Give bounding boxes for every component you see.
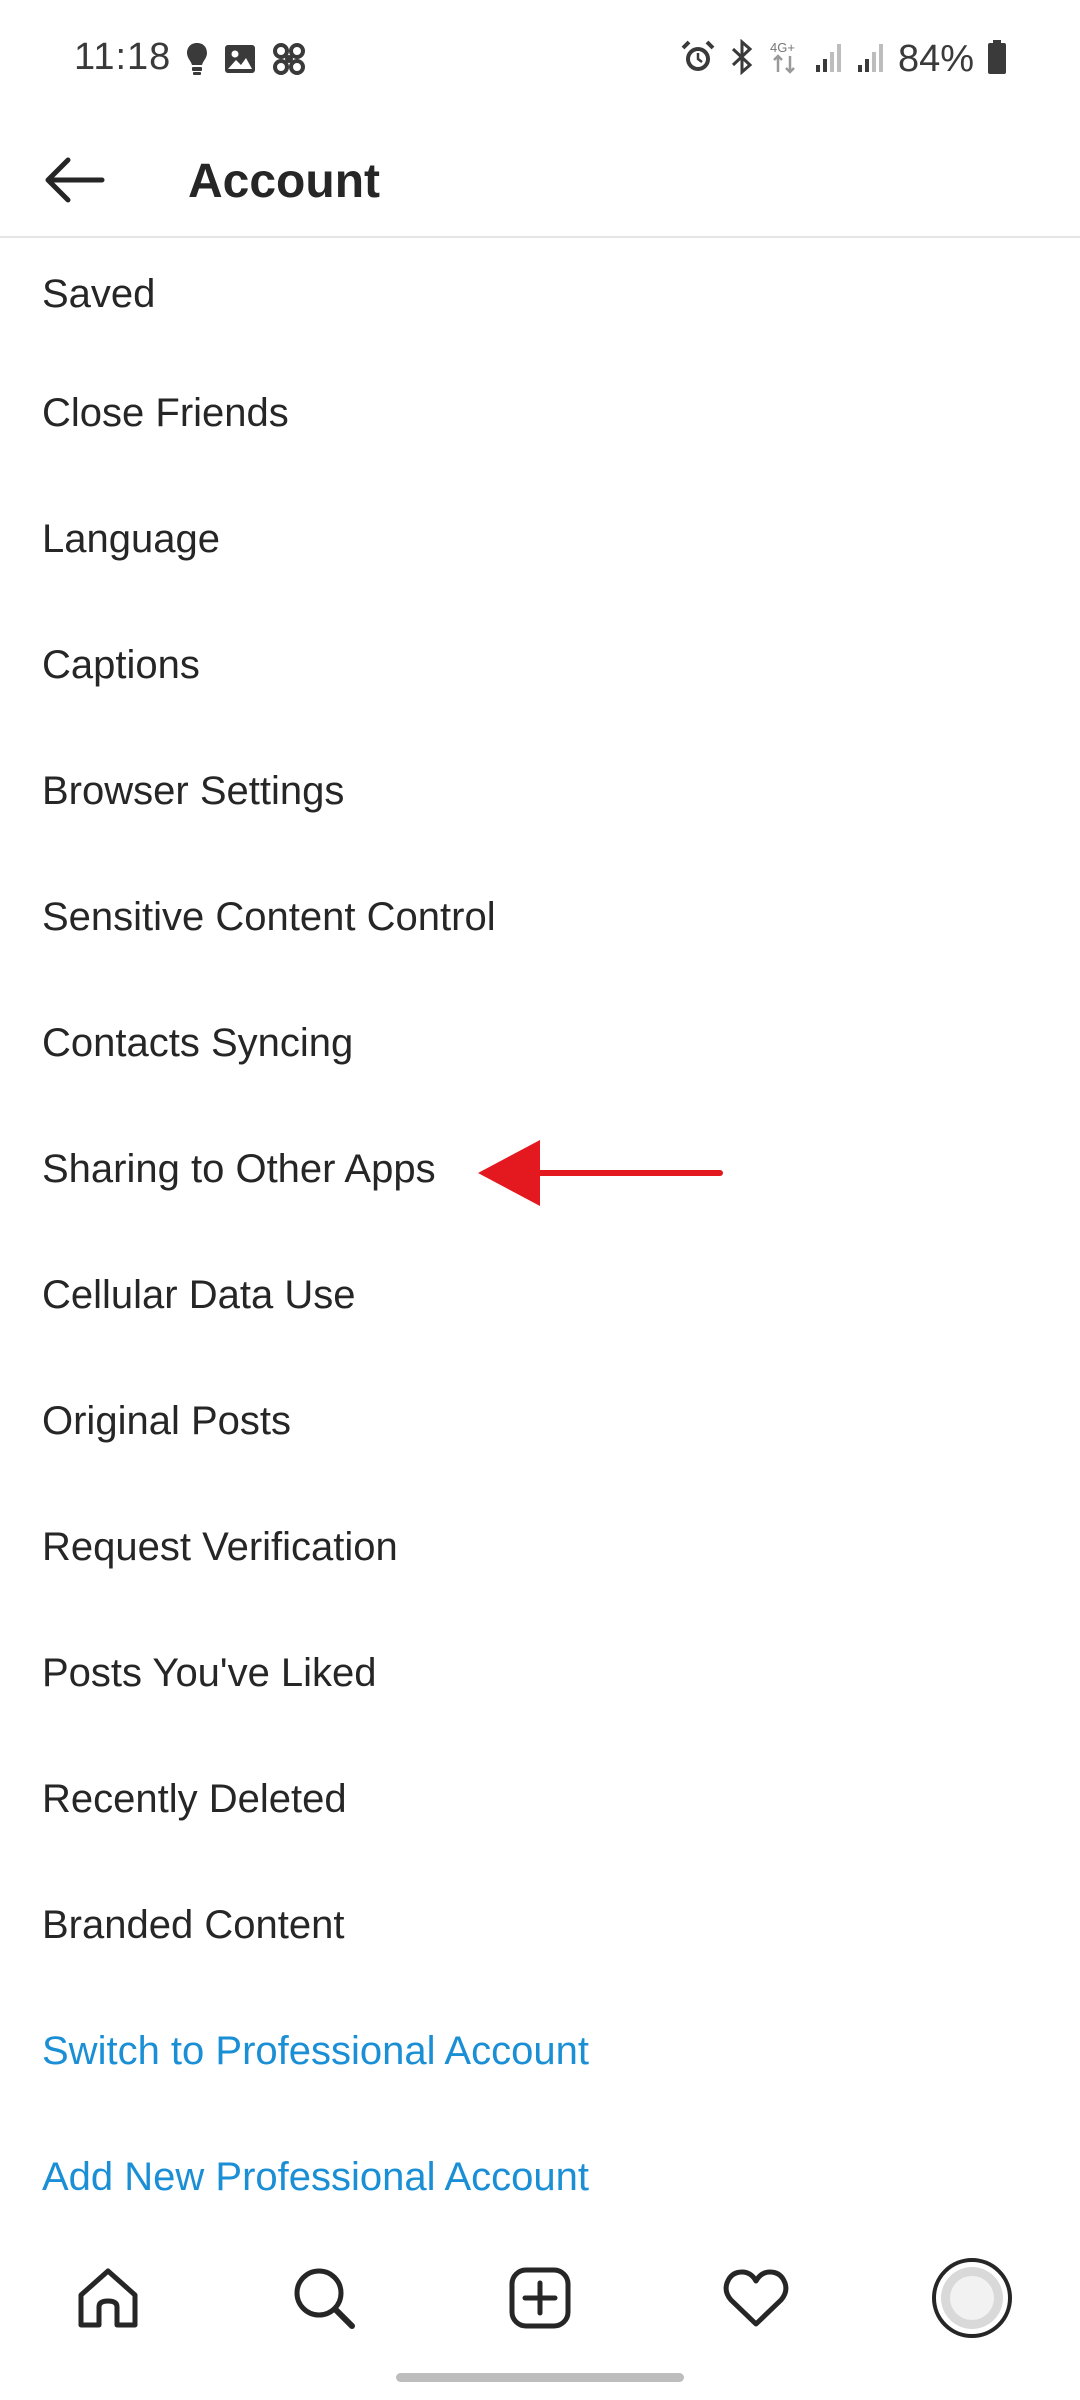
menu-item-posts-youve-liked[interactable]: Posts You've Liked (0, 1610, 1080, 1736)
nav-profile-button[interactable] (922, 2250, 1022, 2350)
signal-icon (814, 41, 844, 78)
switch-to-professional-account-link[interactable]: Switch to Professional Account (0, 1988, 1080, 2114)
menu-item-cellular-data-use[interactable]: Cellular Data Use (0, 1232, 1080, 1358)
nav-new-post-button[interactable] (490, 2250, 590, 2350)
menu-item-captions[interactable]: Captions (0, 602, 1080, 728)
back-button[interactable] (36, 144, 112, 220)
status-time: 11:18 (74, 36, 172, 78)
svg-text:4G+: 4G+ (770, 40, 795, 55)
network-4g-icon: 4G+ (768, 39, 802, 80)
battery-icon (986, 39, 1008, 80)
menu-item-branded-content[interactable]: Branded Content (0, 1862, 1080, 1988)
menu-item-original-posts[interactable]: Original Posts (0, 1358, 1080, 1484)
battery-percentage: 84% (897, 38, 974, 80)
status-bar: 11:18 4G+ 84% (0, 0, 1080, 124)
app-header: Account (0, 124, 1080, 238)
arrow-left-icon (42, 156, 106, 209)
menu-item-contacts-syncing[interactable]: Contacts Syncing (0, 980, 1080, 1106)
status-icons-left (186, 42, 306, 81)
menu-item-recently-deleted[interactable]: Recently Deleted (0, 1736, 1080, 1862)
nav-home-button[interactable] (58, 2250, 158, 2350)
menu-item-saved[interactable]: Saved (0, 238, 1080, 350)
bottom-nav (0, 2244, 1080, 2356)
menu-item-close-friends[interactable]: Close Friends (0, 350, 1080, 476)
search-icon (291, 2265, 357, 2336)
signal-icon (856, 41, 886, 78)
gallery-icon (224, 44, 256, 79)
menu-item-browser-settings[interactable]: Browser Settings (0, 728, 1080, 854)
alarm-icon (680, 39, 716, 80)
page-title: Account (188, 155, 380, 208)
menu-item-request-verification[interactable]: Request Verification (0, 1484, 1080, 1610)
bluetooth-icon (728, 38, 756, 80)
add-new-professional-account-link[interactable]: Add New Professional Account (0, 2114, 1080, 2240)
nav-search-button[interactable] (274, 2250, 374, 2350)
nav-activity-button[interactable] (706, 2250, 806, 2350)
status-icons-right: 4G+ 84% (680, 38, 1008, 81)
menu-item-language[interactable]: Language (0, 476, 1080, 602)
bulb-icon (186, 42, 208, 81)
home-indicator[interactable] (396, 2373, 684, 2382)
activity-heart-icon (723, 2268, 789, 2333)
new-post-icon (508, 2266, 572, 2335)
fan-icon (272, 42, 306, 81)
menu-item-sensitive-content-control[interactable]: Sensitive Content Control (0, 854, 1080, 980)
profile-avatar (931, 2257, 1013, 2344)
account-menu: Saved Close Friends Language Captions Br… (0, 238, 1080, 2240)
annotation-arrow (478, 1140, 723, 1206)
home-icon (75, 2265, 141, 2336)
